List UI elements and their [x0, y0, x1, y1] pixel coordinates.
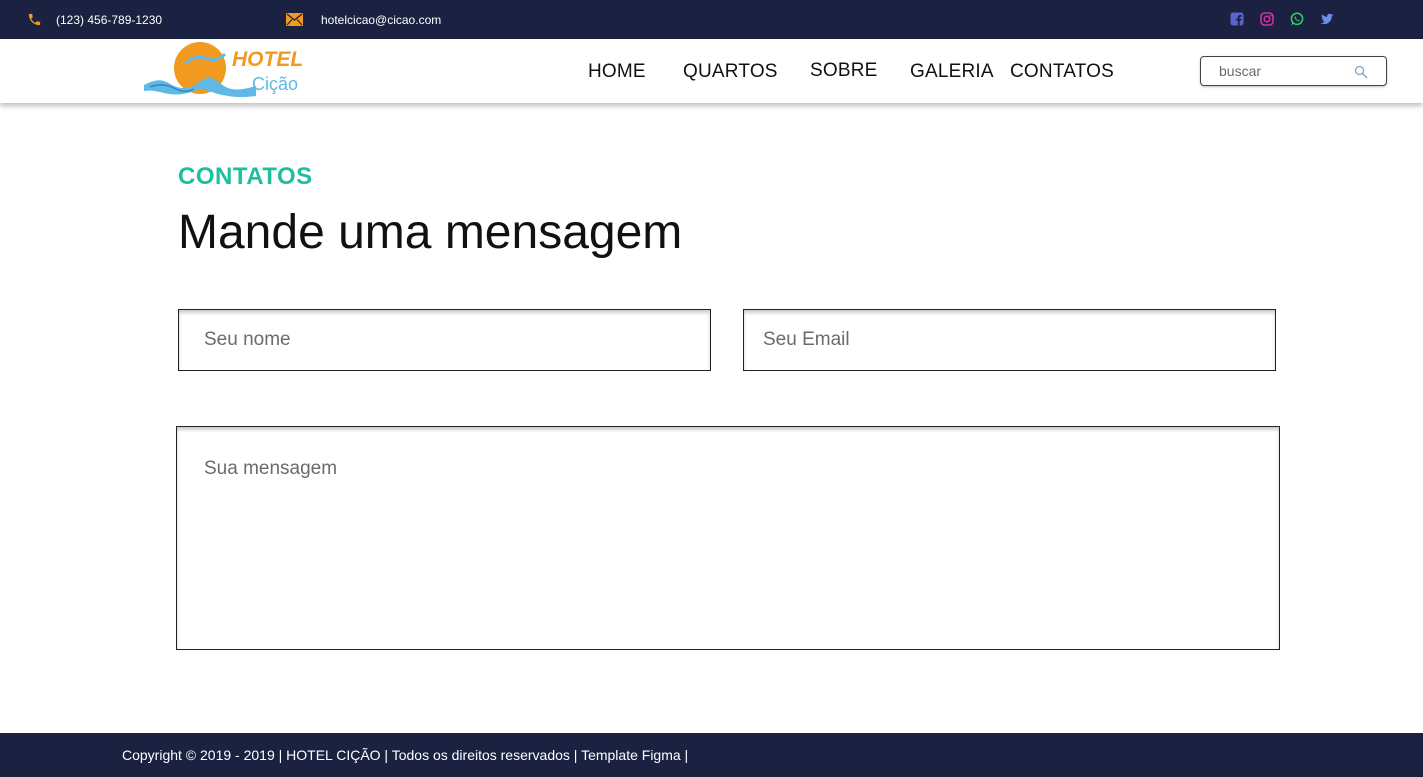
search-icon[interactable]: [1354, 65, 1368, 79]
name-input[interactable]: [179, 310, 710, 370]
logo-text-hotel: HOTEL: [232, 48, 303, 71]
nav-home[interactable]: HOME: [588, 61, 646, 83]
search-input[interactable]: [1219, 61, 1349, 81]
main-header: HOTEL Cição HOME QUARTOS SOBRE GALERIA C…: [0, 39, 1423, 103]
email-address: hotelcicao@cicao.com: [321, 12, 442, 27]
nav-contatos[interactable]: CONTATOS: [1010, 61, 1114, 83]
name-field-wrapper: [178, 309, 711, 371]
hotel-logo[interactable]: HOTEL Cição: [142, 41, 304, 99]
message-field-wrapper: [176, 426, 1280, 650]
email-field-wrapper: [743, 309, 1276, 371]
footer: Copyright © 2019 - 2019 | HOTEL CIÇÃO | …: [0, 733, 1423, 777]
nav-sobre[interactable]: SOBRE: [810, 60, 878, 82]
phone-number: (123) 456-789-1230: [56, 12, 163, 27]
top-bar-email[interactable]: hotelcicao@cicao.com: [286, 0, 441, 39]
whatsapp-icon[interactable]: [1290, 12, 1304, 26]
top-bar-phone[interactable]: (123) 456-789-1230: [27, 0, 162, 39]
instagram-icon[interactable]: [1260, 12, 1274, 26]
email-input[interactable]: [744, 310, 1275, 370]
logo-text-cicao: Cição: [252, 74, 298, 94]
social-links: [1230, 12, 1334, 26]
search-box: [1200, 56, 1387, 86]
facebook-icon[interactable]: [1230, 12, 1244, 26]
message-textarea[interactable]: [177, 427, 1279, 649]
top-bar: (123) 456-789-1230 hotelcicao@cicao.com: [0, 0, 1423, 39]
mail-icon: [286, 13, 303, 26]
nav-galeria[interactable]: GALERIA: [910, 61, 994, 83]
page-title: Mande uma mensagem: [178, 206, 683, 259]
nav-quartos[interactable]: QUARTOS: [683, 61, 778, 83]
section-eyebrow: CONTATOS: [178, 163, 313, 190]
copyright-text: Copyright © 2019 - 2019 | HOTEL CIÇÃO | …: [122, 747, 689, 763]
page: (123) 456-789-1230 hotelcicao@cicao.com: [0, 0, 1423, 777]
phone-icon: [28, 13, 41, 26]
twitter-icon[interactable]: [1320, 12, 1334, 26]
